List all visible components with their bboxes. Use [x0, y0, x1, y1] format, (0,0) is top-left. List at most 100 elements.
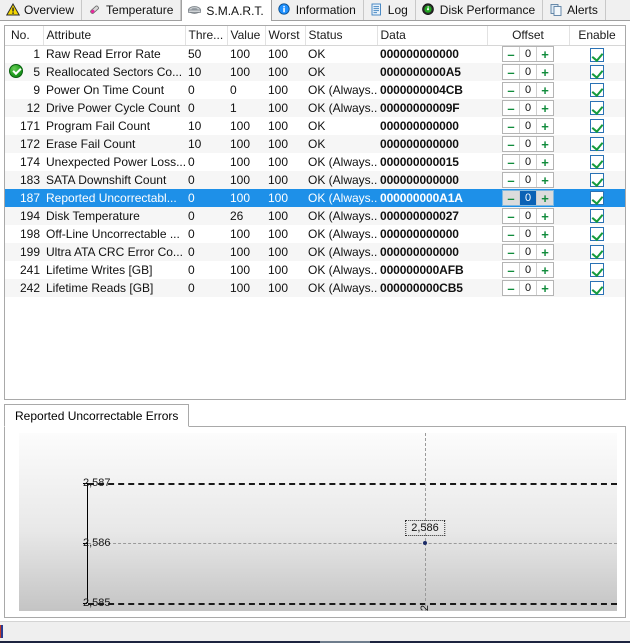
offset-value[interactable]: 0	[520, 263, 536, 277]
tab-temperature[interactable]: Temperature	[82, 0, 182, 20]
offset-value[interactable]: 0	[520, 47, 536, 62]
table-row[interactable]: 198 Off-Line Uncorrectable ... 0 100 100 OK (…	[5, 225, 625, 243]
column-header-status[interactable]: Status	[305, 26, 378, 46]
column-header-offset[interactable]: Offset	[487, 26, 570, 46]
table-row[interactable]: 187 Reported Uncorrectabl... 0 100 100 OK (Al…	[5, 189, 625, 207]
offset-spinner[interactable]: –0 +	[502, 136, 554, 152]
column-header-value[interactable]: Value	[227, 26, 266, 46]
offset-value[interactable]: 0	[520, 209, 536, 223]
offset-decrement-button[interactable]: –	[503, 47, 520, 62]
offset-decrement-button[interactable]: –	[503, 227, 520, 241]
offset-value[interactable]: 0	[520, 227, 536, 241]
enable-checkbox[interactable]	[590, 47, 604, 62]
enable-checkbox[interactable]	[590, 281, 604, 296]
offset-spinner[interactable]: –0 +	[502, 154, 554, 170]
offset-spinner[interactable]: –0 +	[502, 172, 554, 188]
table-row[interactable]: 12 Drive Power Cycle Count 0 1 100 OK (Always…	[5, 99, 625, 117]
offset-increment-button[interactable]: +	[536, 101, 553, 115]
offset-spinner[interactable]: –0 +	[502, 226, 554, 242]
offset-spinner[interactable]: –0 +	[502, 244, 554, 260]
offset-decrement-button[interactable]: –	[503, 155, 520, 169]
enable-checkbox[interactable]	[590, 209, 604, 224]
column-header-attribute[interactable]: Attribute	[43, 26, 186, 46]
offset-value[interactable]: 0	[520, 191, 536, 205]
offset-spinner[interactable]: –0 +	[502, 82, 554, 98]
table-row[interactable]: 241 Lifetime Writes [GB] 0 100 100 OK (Always…	[5, 261, 625, 279]
data-point-marker[interactable]	[423, 541, 427, 545]
enable-checkbox[interactable]	[590, 83, 604, 98]
offset-spinner[interactable]: –0 +	[502, 280, 554, 296]
offset-increment-button[interactable]: +	[536, 65, 553, 79]
offset-increment-button[interactable]: +	[536, 155, 553, 169]
table-row[interactable]: 171 Program Fail Count 10 100 100 OK 000000000…	[5, 117, 625, 135]
offset-increment-button[interactable]: +	[536, 47, 553, 62]
enable-checkbox[interactable]	[590, 173, 604, 188]
offset-increment-button[interactable]: +	[536, 173, 553, 187]
offset-increment-button[interactable]: +	[536, 209, 553, 223]
offset-value[interactable]: 0	[520, 101, 536, 115]
column-header-enable[interactable]: Enable	[569, 26, 625, 46]
offset-decrement-button[interactable]: –	[503, 245, 520, 259]
offset-decrement-button[interactable]: –	[503, 263, 520, 277]
column-header-threshold[interactable]: Thre...	[185, 26, 228, 46]
column-header-no[interactable]: No.	[5, 26, 44, 46]
enable-checkbox[interactable]	[590, 101, 604, 116]
offset-value[interactable]: 0	[520, 83, 536, 97]
offset-increment-button[interactable]: +	[536, 137, 553, 151]
offset-decrement-button[interactable]: –	[503, 281, 520, 295]
table-row[interactable]: 174 Unexpected Power Loss... 0 100 100 OK (Al…	[5, 153, 625, 171]
table-row[interactable]: 1 Raw Read Error Rate 50 100 100 OK 0000000000…	[5, 45, 625, 63]
table-row[interactable]: 183 SATA Downshift Count 0 100 100 OK (Always…	[5, 171, 625, 189]
offset-decrement-button[interactable]: –	[503, 119, 520, 133]
offset-spinner[interactable]: –0 +	[502, 208, 554, 224]
offset-decrement-button[interactable]: –	[503, 65, 520, 79]
offset-spinner[interactable]: –0 +	[502, 190, 554, 206]
table-row[interactable]: 194 Disk Temperature 0 26 100 OK (Always... 00…	[5, 207, 625, 225]
table-row[interactable]: 172 Erase Fail Count 10 100 100 OK 00000000000…	[5, 135, 625, 153]
chart-tab-reported-uncorrectable-errors[interactable]: Reported Uncorrectable Errors	[4, 404, 190, 427]
offset-spinner[interactable]: –0 +	[502, 118, 554, 134]
offset-decrement-button[interactable]: –	[503, 83, 520, 97]
enable-checkbox[interactable]	[590, 191, 604, 206]
table-row[interactable]: 9 Power On Time Count 0 0 100 OK (Always... 00…	[5, 81, 625, 99]
tab-alerts[interactable]: Alerts	[543, 0, 606, 20]
offset-decrement-button[interactable]: –	[503, 173, 520, 187]
enable-checkbox[interactable]	[590, 137, 604, 152]
tab-smart[interactable]: S.M.A.R.T.	[181, 0, 272, 21]
offset-increment-button[interactable]: +	[536, 263, 553, 277]
table-row[interactable]: 242 Lifetime Reads [GB] 0 100 100 OK (Always.…	[5, 279, 625, 297]
offset-increment-button[interactable]: +	[536, 191, 553, 205]
enable-checkbox[interactable]	[590, 227, 604, 242]
offset-spinner[interactable]: –0 +	[502, 64, 554, 80]
offset-increment-button[interactable]: +	[536, 83, 553, 97]
offset-decrement-button[interactable]: –	[503, 137, 520, 151]
offset-decrement-button[interactable]: –	[503, 209, 520, 223]
offset-value[interactable]: 0	[520, 137, 536, 151]
enable-checkbox[interactable]	[590, 263, 604, 278]
offset-increment-button[interactable]: +	[536, 281, 553, 295]
offset-spinner[interactable]: –0 +	[502, 100, 554, 116]
offset-value[interactable]: 0	[520, 173, 536, 187]
column-header-worst[interactable]: Worst	[265, 26, 306, 46]
offset-increment-button[interactable]: +	[536, 245, 553, 259]
offset-increment-button[interactable]: +	[536, 227, 553, 241]
table-row[interactable]: 5 Reallocated Sectors Co... 10 100 100 OK 0000…	[5, 63, 625, 81]
offset-value[interactable]: 0	[520, 245, 536, 259]
tab-overview[interactable]: Overview	[0, 0, 83, 20]
table-row[interactable]: 199 Ultra ATA CRC Error Co... 0 100 100 OK (A…	[5, 243, 625, 261]
offset-value[interactable]: 0	[520, 155, 536, 169]
offset-value[interactable]: 0	[520, 65, 536, 79]
offset-spinner[interactable]: –0 +	[502, 262, 554, 278]
enable-checkbox[interactable]	[590, 65, 604, 80]
enable-checkbox[interactable]	[590, 119, 604, 134]
tab-log[interactable]: Log	[363, 0, 416, 20]
offset-decrement-button[interactable]: –	[503, 101, 520, 115]
enable-checkbox[interactable]	[590, 245, 604, 260]
offset-value[interactable]: 0	[520, 119, 536, 133]
column-header-data[interactable]: Data	[377, 26, 488, 46]
tab-disk-performance[interactable]: Disk Performance	[415, 0, 544, 20]
offset-increment-button[interactable]: +	[536, 119, 553, 133]
offset-decrement-button[interactable]: –	[503, 191, 520, 205]
offset-value[interactable]: 0	[520, 281, 536, 295]
enable-checkbox[interactable]	[590, 155, 604, 170]
